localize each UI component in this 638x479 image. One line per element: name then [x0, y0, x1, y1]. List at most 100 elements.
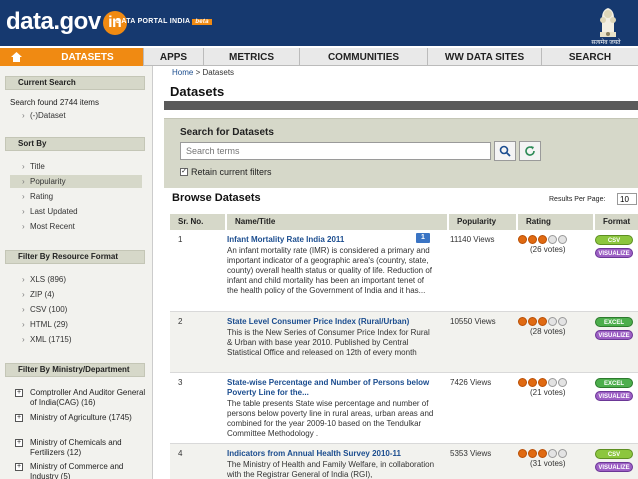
- download-csv-button[interactable]: CSV: [595, 235, 633, 245]
- star-filled-icon[interactable]: [518, 449, 527, 458]
- rating-stars[interactable]: [518, 378, 588, 387]
- sort-label: Most Recent: [30, 222, 75, 231]
- col-rating[interactable]: Rating: [518, 214, 595, 230]
- star-filled-icon[interactable]: [538, 235, 547, 244]
- star-filled-icon[interactable]: [528, 235, 537, 244]
- star-filled-icon[interactable]: [518, 235, 527, 244]
- star-empty-icon[interactable]: [558, 317, 567, 326]
- nav-ww-data-sites[interactable]: WW DATA SITES: [428, 48, 542, 66]
- col-popularity[interactable]: Popularity: [449, 214, 518, 230]
- row-title-cell: State Level Consumer Price Index (Rural/…: [227, 317, 435, 358]
- star-empty-icon[interactable]: [548, 378, 557, 387]
- rating-stars[interactable]: [518, 317, 588, 326]
- star-filled-icon[interactable]: [538, 449, 547, 458]
- nav-datasets[interactable]: DATASETS: [32, 48, 144, 66]
- star-filled-icon[interactable]: [528, 317, 537, 326]
- search-button[interactable]: [494, 141, 516, 161]
- filter-ministry-agriculture[interactable]: + Ministry of Agriculture (1745): [10, 413, 148, 423]
- star-empty-icon[interactable]: [558, 449, 567, 458]
- rating-stars[interactable]: [518, 235, 588, 244]
- filter-format-xml[interactable]: › XML (1715): [10, 333, 142, 346]
- star-filled-icon[interactable]: [528, 449, 537, 458]
- reset-search-button[interactable]: [519, 141, 541, 161]
- retain-filters-checkbox[interactable]: ✓: [180, 168, 188, 176]
- retain-filters-option[interactable]: ✓ Retain current filters: [180, 167, 272, 177]
- col-sr-no[interactable]: Sr. No.: [170, 214, 227, 230]
- dataset-description: An infant mortality rate (IMR) is consid…: [227, 246, 432, 295]
- remove-dataset-filter[interactable]: › (-)Dataset: [10, 109, 142, 122]
- row-popularity: 5353 Views: [450, 449, 492, 458]
- sort-most-recent[interactable]: › Most Recent: [10, 220, 142, 233]
- ministry-label: Ministry of Chemicals and Fertilizers (1…: [30, 438, 122, 457]
- star-empty-icon[interactable]: [558, 235, 567, 244]
- page-title: Datasets: [170, 84, 225, 99]
- star-filled-icon[interactable]: [518, 378, 527, 387]
- rating-stars[interactable]: [518, 449, 588, 458]
- filter-format-csv[interactable]: › CSV (100): [10, 303, 142, 316]
- breadcrumb-current: Datasets: [202, 68, 235, 77]
- dataset-title-link[interactable]: State-wise Percentage and Number of Pers…: [227, 378, 435, 398]
- filter-format-zip[interactable]: › ZIP (4): [10, 288, 142, 301]
- download-csv-button[interactable]: CSV: [595, 449, 633, 459]
- star-empty-icon[interactable]: [548, 235, 557, 244]
- breadcrumb-home-link[interactable]: Home: [172, 68, 193, 77]
- results-per-page-label: Results Per Page:: [549, 196, 606, 203]
- filter-format-xls[interactable]: › XLS (896): [10, 273, 142, 286]
- sort-rating[interactable]: › Rating: [10, 190, 142, 203]
- home-button[interactable]: [0, 48, 32, 66]
- nav-metrics[interactable]: METRICS: [204, 48, 300, 66]
- row-popularity: 11140 Views: [450, 235, 495, 244]
- expand-icon[interactable]: +: [15, 389, 23, 397]
- star-filled-icon[interactable]: [528, 378, 537, 387]
- col-name-title[interactable]: Name/Title: [227, 214, 449, 230]
- beta-badge: beta: [192, 19, 212, 25]
- sort-last-updated[interactable]: › Last Updated: [10, 205, 142, 218]
- filter-ministry-cag[interactable]: + Comptroller And Auditor General of Indi…: [10, 388, 148, 408]
- dataset-title-link[interactable]: Infant Mortality Rate India 2011: [227, 235, 435, 245]
- row-sr-no: 2: [178, 317, 183, 326]
- nav-apps[interactable]: APPS: [144, 48, 204, 66]
- download-excel-button[interactable]: EXCEL: [595, 317, 633, 327]
- visualize-button[interactable]: VISUALIZE: [595, 248, 633, 258]
- row-rating: (31 votes): [518, 449, 588, 468]
- expand-icon[interactable]: +: [15, 439, 23, 447]
- star-filled-icon[interactable]: [518, 317, 527, 326]
- row-rating: (21 votes): [518, 378, 588, 397]
- col-format[interactable]: Format: [595, 214, 638, 230]
- filter-format-html[interactable]: › HTML (29): [10, 318, 142, 331]
- vote-count: (21 votes): [530, 388, 566, 397]
- nav-communities[interactable]: COMMUNITIES: [300, 48, 428, 66]
- visualize-button[interactable]: VISUALIZE: [595, 391, 633, 401]
- sort-label: Last Updated: [30, 207, 78, 216]
- vote-count: (26 votes): [530, 245, 566, 254]
- expand-icon[interactable]: +: [15, 414, 23, 422]
- comment-count-badge[interactable]: 1: [416, 233, 430, 243]
- filter-ministry-commerce[interactable]: + Ministry of Commerce and Industry (5): [10, 462, 148, 479]
- sort-title[interactable]: › Title: [10, 160, 142, 173]
- star-filled-icon[interactable]: [538, 378, 547, 387]
- search-input[interactable]: [180, 142, 491, 160]
- expand-icon[interactable]: +: [15, 463, 23, 471]
- download-excel-button[interactable]: EXCEL: [595, 378, 633, 388]
- nav-search[interactable]: SEARCH: [542, 48, 638, 66]
- visualize-button[interactable]: VISUALIZE: [595, 462, 633, 472]
- arrow-right-icon: ›: [22, 222, 25, 231]
- arrow-right-icon: ›: [22, 335, 25, 344]
- ministry-label: Comptroller And Auditor General of India…: [30, 388, 146, 407]
- ministry-heading: Filter By Ministry/Department: [5, 363, 145, 377]
- dataset-title-link[interactable]: State Level Consumer Price Index (Rural/…: [227, 317, 435, 327]
- star-empty-icon[interactable]: [558, 378, 567, 387]
- main-nav: DATASETS APPS METRICS COMMUNITIES WW DAT…: [0, 48, 638, 66]
- star-filled-icon[interactable]: [538, 317, 547, 326]
- results-per-page-input[interactable]: [617, 193, 637, 205]
- sort-popularity[interactable]: › Popularity: [10, 175, 142, 188]
- site-logo[interactable]: data.gov in: [6, 8, 127, 36]
- visualize-button[interactable]: VISUALIZE: [595, 330, 633, 340]
- sort-label: Rating: [30, 192, 54, 201]
- row-popularity: 10550 Views: [450, 317, 496, 326]
- row-rating: (26 votes): [518, 235, 588, 254]
- dataset-title-link[interactable]: Indicators from Annual Health Survey 201…: [227, 449, 435, 459]
- star-empty-icon[interactable]: [548, 317, 557, 326]
- filter-ministry-chemicals[interactable]: + Ministry of Chemicals and Fertilizers (…: [10, 438, 148, 458]
- star-empty-icon[interactable]: [548, 449, 557, 458]
